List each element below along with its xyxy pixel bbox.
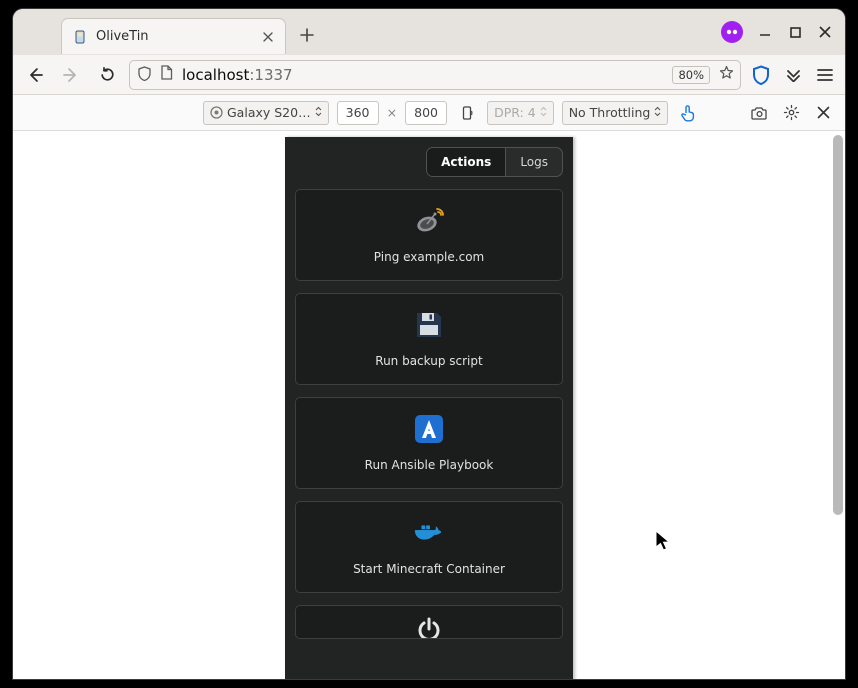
touch-simulation-button[interactable] xyxy=(676,101,700,125)
power-icon xyxy=(412,620,446,639)
bookmark-star-button[interactable] xyxy=(716,65,736,84)
olivetin-app: Actions Logs xyxy=(285,137,573,679)
url-port: :1337 xyxy=(249,66,292,84)
action-label: Start Minecraft Container xyxy=(353,562,505,576)
dimension-separator: × xyxy=(387,105,397,120)
action-label: Run backup script xyxy=(375,354,482,368)
action-card-ansible[interactable]: Run Ansible Playbook xyxy=(295,397,563,489)
extension-badge[interactable] xyxy=(721,21,743,43)
url-bar[interactable]: localhost:1337 80% xyxy=(129,60,741,90)
zoom-indicator[interactable]: 80% xyxy=(672,66,710,84)
overflow-chevron-button[interactable] xyxy=(781,63,805,87)
satellite-icon xyxy=(412,204,446,238)
nav-forward-button[interactable] xyxy=(57,61,85,89)
page-icon xyxy=(160,65,176,84)
action-card-power[interactable] xyxy=(295,605,563,639)
extension-shield-icon[interactable] xyxy=(749,63,773,87)
devtools-settings-button[interactable] xyxy=(779,101,803,125)
tab-logs[interactable]: Logs xyxy=(506,148,562,176)
view-toggle: Actions Logs xyxy=(426,147,563,177)
app-header: Actions Logs xyxy=(295,147,563,177)
chevron-updown-icon xyxy=(315,106,322,120)
device-name: Galaxy S20… xyxy=(227,105,311,120)
action-label: Ping example.com xyxy=(374,250,484,264)
nav-back-button[interactable] xyxy=(21,61,49,89)
throttle-label: No Throttling xyxy=(569,105,651,120)
window-maximize-button[interactable] xyxy=(787,24,803,40)
window-minimize-button[interactable] xyxy=(757,24,773,40)
new-tab-button[interactable] xyxy=(292,20,322,50)
scrollbar-thumb[interactable] xyxy=(833,135,843,515)
throttle-select[interactable]: No Throttling xyxy=(562,101,669,125)
url-text: localhost:1337 xyxy=(182,66,293,84)
titlebar-right xyxy=(721,21,839,43)
viewport-height-input[interactable]: 800 xyxy=(405,101,447,125)
titlebar: OliveTin xyxy=(13,9,845,55)
page-viewport: Actions Logs xyxy=(13,131,845,679)
action-card-ping[interactable]: Ping example.com xyxy=(295,189,563,281)
browser-tab[interactable]: OliveTin xyxy=(61,18,286,54)
rotate-device-button[interactable] xyxy=(455,101,479,125)
url-host: localhost xyxy=(182,66,249,84)
tab-favicon xyxy=(72,29,88,45)
viewport-width-input[interactable]: 360 xyxy=(337,101,379,125)
toolbar: localhost:1337 80% xyxy=(13,55,845,95)
chevron-updown-icon xyxy=(540,106,547,120)
responsive-device-frame: Actions Logs xyxy=(285,137,573,679)
devtools-device-bar: Galaxy S20… 360 × 800 DPR: 4 No Throttli… xyxy=(13,95,845,131)
screenshot-button[interactable] xyxy=(747,101,771,125)
tab-close-button[interactable] xyxy=(259,28,277,46)
browser-window: OliveTin xyxy=(13,9,845,679)
nav-reload-button[interactable] xyxy=(93,61,121,89)
hamburger-menu-button[interactable] xyxy=(813,63,837,87)
action-card-minecraft[interactable]: Start Minecraft Container xyxy=(295,501,563,593)
action-label: Run Ansible Playbook xyxy=(365,458,494,472)
window-close-button[interactable] xyxy=(817,24,833,40)
chevron-updown-icon xyxy=(654,106,661,120)
dpr-label: DPR: 4 xyxy=(494,105,536,120)
devtools-close-button[interactable] xyxy=(811,101,835,125)
tab-actions[interactable]: Actions xyxy=(427,148,506,176)
device-select[interactable]: Galaxy S20… xyxy=(203,101,329,125)
ansible-icon xyxy=(412,412,446,446)
docker-icon xyxy=(412,516,446,550)
floppy-icon xyxy=(412,308,446,342)
tab-title: OliveTin xyxy=(96,29,251,44)
chrome-icon xyxy=(210,106,223,119)
action-cards: Ping example.com Run backup script xyxy=(295,189,563,679)
dpr-select[interactable]: DPR: 4 xyxy=(487,101,554,125)
shield-icon xyxy=(138,66,154,84)
action-card-backup[interactable]: Run backup script xyxy=(295,293,563,385)
